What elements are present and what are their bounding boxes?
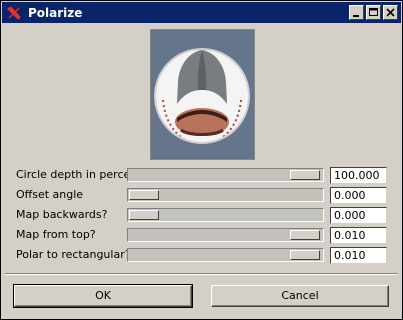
slider-thumb[interactable] xyxy=(290,170,320,180)
polarize-dialog: Polarize Circle depth in percent 100.000… xyxy=(0,0,403,320)
maximize-button[interactable] xyxy=(366,5,381,20)
param-row-map-from-top: Map from top? 0.010 xyxy=(16,227,392,244)
maximize-icon xyxy=(369,8,378,16)
x-app-icon xyxy=(6,5,22,21)
offset-angle-input[interactable]: 0.000 xyxy=(330,187,387,204)
map-from-top-input[interactable]: 0.010 xyxy=(330,227,387,244)
map-backwards-input[interactable]: 0.000 xyxy=(330,207,387,224)
polar-to-rect-slider[interactable] xyxy=(127,248,324,262)
slider-thumb[interactable] xyxy=(290,250,320,260)
param-label: Offset angle xyxy=(16,188,84,201)
title-bar[interactable]: Polarize xyxy=(2,2,401,23)
minimize-button[interactable] xyxy=(349,5,364,20)
slider-thumb[interactable] xyxy=(290,230,320,240)
slider-thumb[interactable] xyxy=(129,190,159,200)
param-row-polar-to-rect: Polar to rectangular? 0.010 xyxy=(16,247,392,264)
offset-angle-slider[interactable] xyxy=(127,188,324,202)
close-icon xyxy=(386,8,395,17)
window-title: Polarize xyxy=(28,5,83,20)
param-label: Polar to rectangular? xyxy=(16,248,131,261)
minimize-icon xyxy=(353,15,359,17)
param-label: Circle depth in percent xyxy=(16,168,142,181)
param-row-map-backwards: Map backwards? 0.000 xyxy=(16,207,392,224)
map-from-top-slider[interactable] xyxy=(127,228,324,242)
circle-depth-input[interactable]: 100.000 xyxy=(330,167,387,184)
param-label: Map from top? xyxy=(16,228,96,241)
polar-to-rect-input[interactable]: 0.010 xyxy=(330,247,387,264)
cancel-button[interactable]: Cancel xyxy=(211,285,389,307)
param-row-circle-depth: Circle depth in percent 100.000 xyxy=(16,167,392,184)
close-button[interactable] xyxy=(383,5,398,20)
param-row-offset-angle: Offset angle 0.000 xyxy=(16,187,392,204)
separator xyxy=(5,273,398,275)
slider-thumb[interactable] xyxy=(129,210,159,220)
map-backwards-slider[interactable] xyxy=(127,208,324,222)
ok-button[interactable]: OK xyxy=(13,284,193,308)
preview-image xyxy=(150,29,255,160)
circle-depth-slider[interactable] xyxy=(127,168,324,182)
param-label: Map backwards? xyxy=(16,208,108,221)
